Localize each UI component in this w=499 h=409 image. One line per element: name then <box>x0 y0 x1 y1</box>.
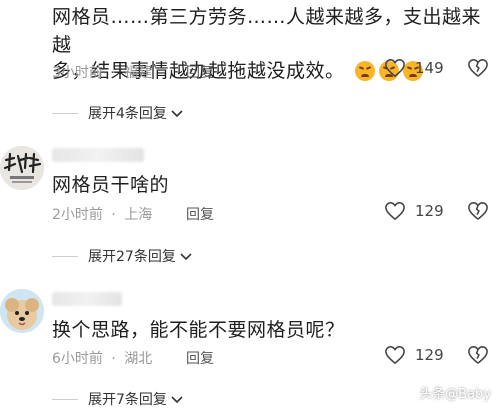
avatar-calligraphy-image <box>0 146 44 190</box>
like-count: 149 <box>415 59 444 77</box>
like-count: 129 <box>415 202 444 220</box>
user-name-blurred[interactable] <box>52 148 144 162</box>
divider-dash <box>52 255 78 257</box>
divider-dash <box>52 112 78 114</box>
comment-2: 网格员干啥的 2小时前 · 上海 回复 129 展开27条回复 <box>0 140 499 270</box>
like-button[interactable]: 129 <box>384 201 444 221</box>
broken-heart-icon <box>468 59 488 77</box>
comment-text-line-1: 网格员……第三方劳务……人越来越多，支出越来越 <box>52 6 482 56</box>
like-count: 129 <box>415 346 444 364</box>
watermark: 头条@Baby <box>419 387 491 402</box>
expand-replies-label: 展开4条回复 <box>88 106 167 122</box>
broken-heart-icon <box>468 202 488 220</box>
chevron-down-icon <box>171 396 183 404</box>
avatar[interactable] <box>0 289 44 333</box>
reply-button[interactable]: 回复 <box>186 62 214 82</box>
avatar[interactable] <box>0 146 44 190</box>
comment-meta: 2小时前 · 上海 <box>52 207 153 223</box>
reply-button[interactable]: 回复 <box>186 204 214 224</box>
dislike-button[interactable] <box>467 201 489 221</box>
comment-meta: 6小时前 · 湖北 <box>52 351 153 367</box>
expand-replies-button[interactable]: 展开27条回复 <box>52 246 193 266</box>
chevron-down-icon <box>180 253 192 261</box>
user-name-blurred[interactable] <box>52 292 122 306</box>
crying-face-emoji-icon <box>355 61 376 81</box>
expand-replies-button[interactable]: 展开7条回复 <box>52 389 184 409</box>
dislike-button[interactable] <box>467 58 489 78</box>
comment-location: 上海 <box>124 207 153 223</box>
dislike-button[interactable] <box>467 345 489 365</box>
chevron-down-icon <box>171 110 183 118</box>
reply-button[interactable]: 回复 <box>186 348 214 368</box>
broken-heart-icon <box>468 346 488 364</box>
comment-text: 网格员干啥的 <box>52 174 170 196</box>
like-button[interactable]: 149 <box>384 58 444 78</box>
comment-1: 网格员……第三方劳务……人越来越多，支出越来越 多，结果事情越办越拖越没成效。 … <box>0 0 499 128</box>
expand-replies-label: 展开7条回复 <box>88 392 167 408</box>
comment-time: 2小时前 <box>52 207 103 223</box>
heart-icon <box>385 346 405 365</box>
comment-time: 6小时前 <box>52 351 103 367</box>
comment-time: 3小时前 <box>52 65 103 81</box>
expand-replies-button[interactable]: 展开4条回复 <box>52 103 184 123</box>
comment-text: 换个思路，能不能不要网格员呢？ <box>52 319 345 341</box>
comment-location: 湖北 <box>124 351 153 367</box>
heart-icon <box>385 59 405 78</box>
like-button[interactable]: 129 <box>384 345 444 365</box>
comment-location: 福建 <box>124 65 153 81</box>
heart-icon <box>385 202 405 221</box>
divider-dash <box>52 398 78 400</box>
avatar-dog-image <box>0 289 44 333</box>
comment-meta: 3小时前 · 福建 <box>52 65 153 81</box>
expand-replies-label: 展开27条回复 <box>88 249 176 265</box>
